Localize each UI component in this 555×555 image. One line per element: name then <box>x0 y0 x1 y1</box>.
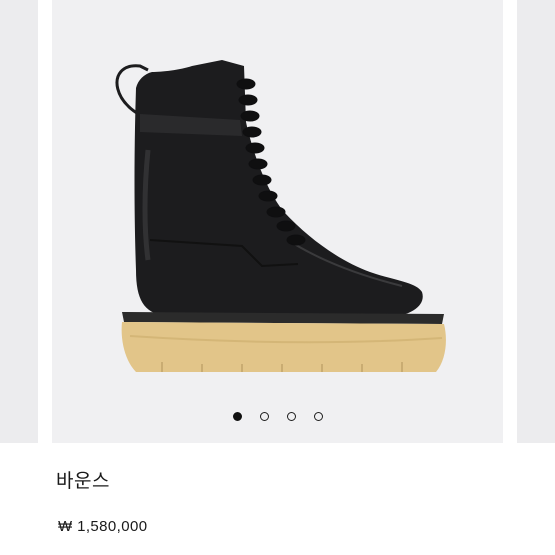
product-title: 바운스 <box>56 470 110 492</box>
carousel-slide[interactable] <box>52 0 503 443</box>
previous-slide-peek[interactable] <box>0 0 38 443</box>
product-price: ₩ 1,580,000 <box>58 518 148 535</box>
carousel-dot-1[interactable] <box>232 411 242 421</box>
carousel-dot-4[interactable] <box>313 411 323 421</box>
boot-product-image <box>115 60 446 372</box>
carousel-dot-3[interactable] <box>286 411 296 421</box>
carousel-dot-2[interactable] <box>259 411 269 421</box>
carousel-pagination <box>52 408 503 424</box>
next-slide-peek[interactable] <box>517 0 555 443</box>
image-carousel[interactable] <box>0 0 555 443</box>
